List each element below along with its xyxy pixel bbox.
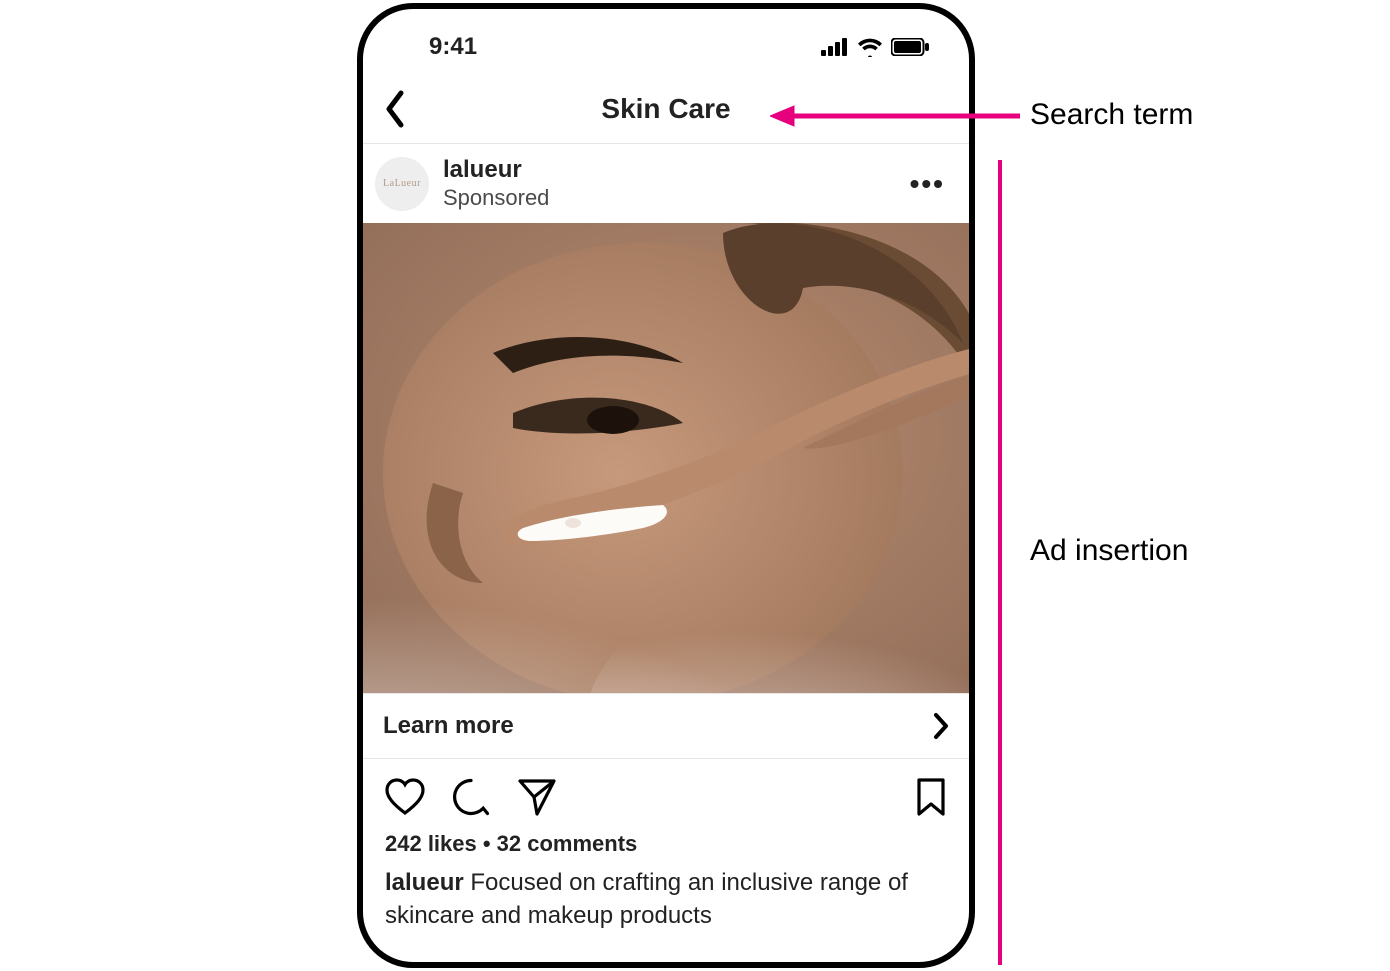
avatar[interactable]: LaLueur (375, 157, 429, 211)
wifi-icon (857, 37, 883, 57)
post-actions (363, 759, 969, 825)
status-time: 9:41 (429, 33, 477, 61)
annotation-ad-line (998, 160, 1002, 965)
post-header-names: lalueur Sponsored (443, 156, 549, 211)
status-bar: 9:41 (363, 9, 969, 75)
back-button[interactable] (383, 89, 407, 129)
cta-label: Learn more (383, 712, 514, 740)
chevron-left-icon (383, 89, 407, 129)
page-title: Skin Care (601, 93, 730, 125)
post-meta: 242 likes • 32 comments (363, 825, 969, 857)
post-username[interactable]: lalueur (443, 156, 549, 185)
cta-row[interactable]: Learn more (363, 693, 969, 759)
avatar-label: LaLueur (383, 178, 421, 189)
comment-icon[interactable] (451, 777, 491, 817)
cellular-icon (821, 38, 849, 56)
status-icons (821, 37, 929, 57)
bookmark-icon[interactable] (915, 777, 947, 817)
like-icon[interactable] (385, 778, 425, 816)
share-icon[interactable] (517, 778, 557, 816)
chevron-right-icon (933, 712, 949, 740)
post-caption: lalueur Focused on crafting an inclusive… (363, 857, 969, 932)
phone-frame: 9:41 (357, 3, 975, 968)
ad-image[interactable] (363, 223, 969, 693)
caption-text: Focused on crafting an inclusive range o… (385, 869, 908, 928)
arrow-search-term (770, 104, 1020, 128)
annotation-search-term: Search term (1030, 98, 1193, 132)
sponsored-label: Sponsored (443, 185, 549, 211)
post-header: LaLueur lalueur Sponsored ••• (363, 144, 969, 223)
annotation-ad-insertion: Ad insertion (1030, 534, 1188, 568)
canvas: 9:41 (0, 0, 1390, 971)
caption-handle[interactable]: lalueur (385, 869, 464, 896)
more-button[interactable]: ••• (904, 164, 951, 204)
battery-icon (891, 38, 929, 56)
